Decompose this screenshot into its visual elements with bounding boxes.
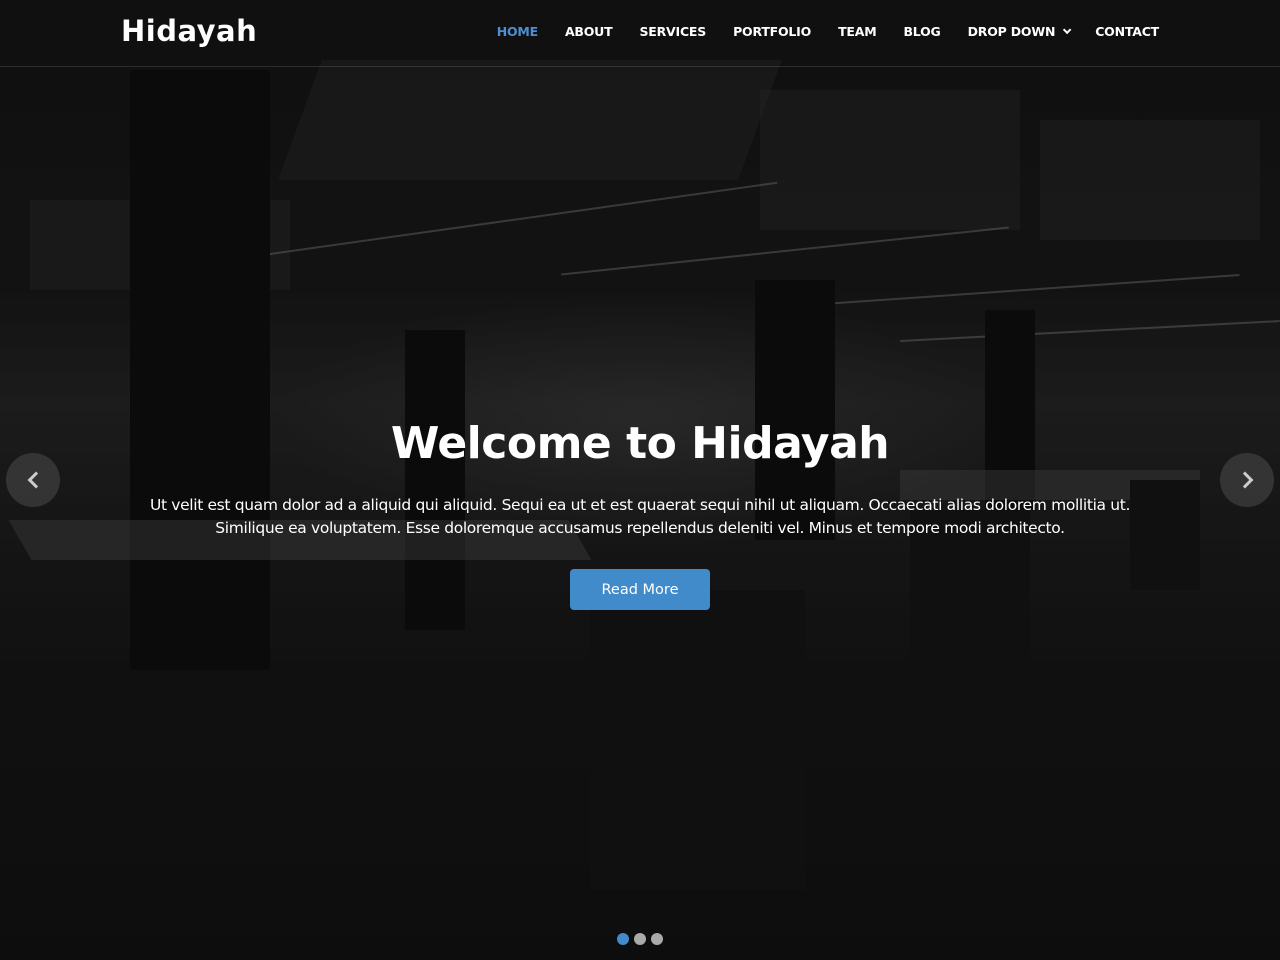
hero-description: Ut velit est quam dolor ad a aliquid qui… (149, 496, 1131, 537)
nav-label: CONTACT (1095, 24, 1159, 39)
carousel-indicator-2[interactable] (634, 933, 646, 945)
nav-label: ABOUT (564, 24, 613, 39)
hero-title: Welcome to Hidayah (390, 418, 890, 469)
site-header: Hidayah HOME ABOUT SERVICES PORTFOLIO TE… (0, 0, 1280, 67)
nav-item-about[interactable]: ABOUT (565, 24, 613, 39)
nav-label: HOME (496, 24, 538, 39)
nav-label: TEAM (838, 24, 877, 39)
chevron-left-icon (27, 471, 44, 489)
carousel-next-button[interactable] (1220, 453, 1274, 507)
chevron-down-icon (1063, 25, 1072, 34)
chevron-right-icon (1236, 471, 1253, 489)
hero-carousel: Welcome to Hidayah Ut velit est quam dol… (0, 0, 1280, 960)
nav-item-home[interactable]: HOME (497, 24, 538, 39)
read-more-button[interactable]: Read More (570, 569, 710, 610)
carousel-indicators (617, 933, 663, 945)
nav-label: SERVICES (639, 24, 707, 39)
nav-item-dropdown[interactable]: DROP DOWN (967, 24, 1072, 39)
nav-item-services[interactable]: SERVICES (639, 24, 706, 39)
nav-label: DROP DOWN (967, 24, 1056, 39)
main-nav: HOME ABOUT SERVICES PORTFOLIO TEAM BLOG … (470, 24, 1160, 39)
nav-item-contact[interactable]: CONTACT (1095, 24, 1159, 39)
nav-item-blog[interactable]: BLOG (903, 24, 940, 39)
nav-item-portfolio[interactable]: PORTFOLIO (733, 24, 811, 39)
carousel-prev-button[interactable] (6, 453, 60, 507)
carousel-indicator-3[interactable] (651, 933, 663, 945)
nav-label: PORTFOLIO (733, 24, 812, 39)
nav-item-team[interactable]: TEAM (838, 24, 877, 39)
nav-label: BLOG (903, 24, 941, 39)
carousel-indicator-1[interactable] (617, 933, 629, 945)
site-logo[interactable]: Hidayah (121, 14, 257, 48)
